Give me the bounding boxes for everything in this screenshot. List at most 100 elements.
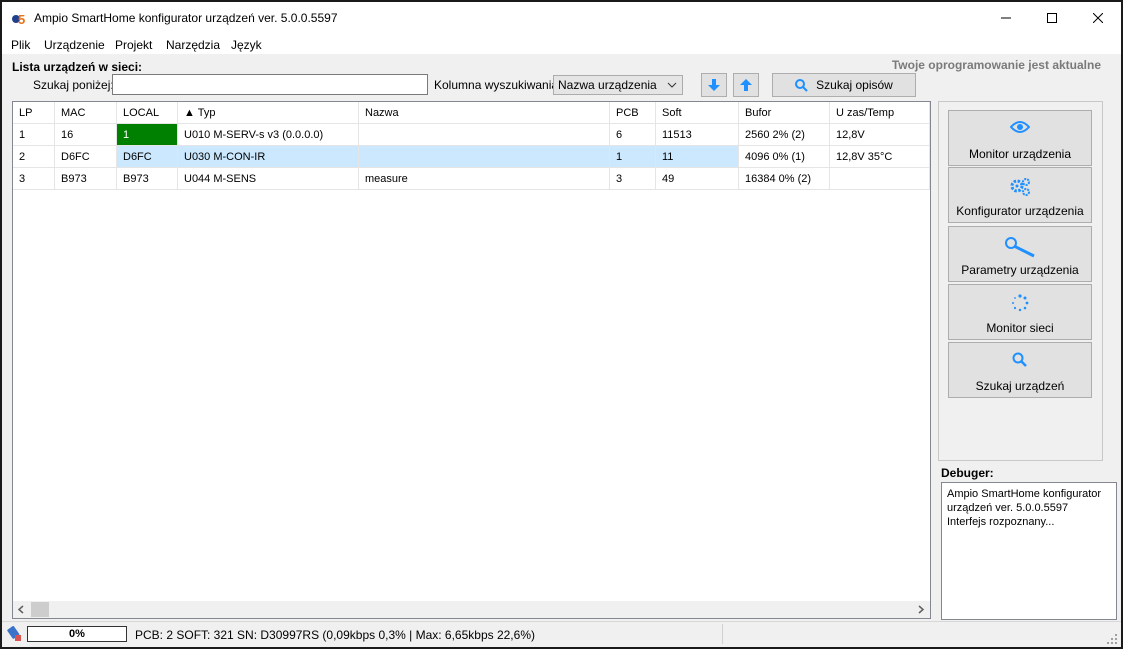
cell-mac: B973 — [55, 168, 117, 190]
column-header-name[interactable]: Nazwa — [359, 102, 610, 124]
network-monitor-label: Monitor sieci — [986, 321, 1054, 335]
column-header-mac[interactable]: MAC — [55, 102, 117, 124]
cell-name — [359, 124, 610, 146]
search-prev-button[interactable] — [733, 73, 759, 97]
arrow-down-icon — [708, 79, 720, 91]
search-next-button[interactable] — [701, 73, 727, 97]
window-title: Ampio SmartHome konfigurator urządzeń ve… — [34, 11, 338, 25]
svg-text:5: 5 — [18, 12, 25, 26]
cell-voltage-temp: 12,8V — [830, 124, 930, 146]
scroll-right-icon[interactable] — [917, 605, 925, 614]
device-configurator-label: Konfigurator urządzenia — [956, 204, 1084, 218]
minimize-button[interactable] — [983, 2, 1029, 34]
cell-pcb: 1 — [610, 146, 656, 168]
arrow-up-icon — [740, 79, 752, 91]
status-bar: 0% PCB: 2 SOFT: 321 SN: D30997RS (0,09kb… — [2, 621, 1121, 647]
cell-local: 1 — [117, 124, 178, 146]
menu-device[interactable]: Urządzenie — [44, 38, 105, 52]
device-table: LP MAC LOCAL ▲ Typ Nazwa PCB Soft Bufor … — [12, 101, 931, 619]
app-logo-icon: 5 — [12, 12, 25, 26]
device-list-label: Lista urządzeń w sieci: — [12, 60, 143, 74]
device-parameters-label: Parametry urządzenia — [961, 263, 1079, 277]
search-icon — [795, 78, 808, 92]
menu-bar: Plik Urządzenie Projekt Narzędzia Język — [2, 34, 1121, 54]
column-header-type[interactable]: ▲ Typ — [178, 102, 359, 124]
search-column-value: Nazwa urządzenia — [558, 78, 657, 92]
column-header-lp[interactable]: LP — [13, 102, 55, 124]
spinner-icon — [1012, 294, 1029, 312]
close-button[interactable] — [1075, 2, 1121, 34]
status-divider — [722, 624, 723, 644]
debugger-output[interactable]: Ampio SmartHome konfigurator urządzeń ve… — [941, 482, 1117, 620]
device-configurator-button[interactable]: Konfigurator urządzenia — [948, 167, 1092, 223]
debugger-label: Debuger: — [941, 466, 994, 480]
horizontal-scrollbar[interactable] — [13, 601, 930, 618]
search-column-label: Kolumna wyszukiwania: — [434, 78, 562, 92]
app-window: 5 Ampio SmartHome konfigurator urządzeń … — [2, 2, 1121, 647]
table-row[interactable]: 3 B973 B973 U044 M-SENS measure 3 49 163… — [13, 168, 930, 190]
scroll-left-icon[interactable] — [17, 605, 25, 614]
minimize-icon — [1001, 17, 1011, 19]
column-header-buffer[interactable]: Bufor — [739, 102, 830, 124]
progress-bar: 0% — [27, 626, 127, 642]
chevron-down-icon — [667, 82, 677, 88]
column-header-soft[interactable]: Soft — [656, 102, 739, 124]
cell-pcb: 6 — [610, 124, 656, 146]
search-devices-label: Szukaj urządzeń — [975, 379, 1065, 393]
actions-panel: Monitor urządzenia Konfigurator urządzen… — [938, 101, 1103, 461]
network-monitor-button[interactable]: Monitor sieci — [948, 284, 1092, 340]
cell-soft: 11 — [656, 146, 739, 168]
cell-buffer: 2560 2% (2) — [739, 124, 830, 146]
cell-mac: 16 — [55, 124, 117, 146]
cell-local: D6FC — [117, 146, 178, 168]
menu-file[interactable]: Plik — [11, 38, 30, 52]
cell-voltage-temp: 12,8V 35°C — [830, 146, 930, 168]
device-parameters-button[interactable]: Parametry urządzenia — [948, 226, 1092, 282]
cell-mac: D6FC — [55, 146, 117, 168]
cell-lp: 2 — [13, 146, 55, 168]
search-descriptions-button[interactable]: Szukaj opisów — [772, 73, 916, 97]
column-header-voltage-temp[interactable]: U zas/Temp — [830, 102, 930, 124]
search-input[interactable] — [112, 74, 428, 95]
update-status: Twoje oprogramowanie jest aktualne — [891, 58, 1101, 72]
gears-icon — [1010, 178, 1030, 196]
search-icon — [1012, 352, 1027, 367]
cell-soft: 49 — [656, 168, 739, 190]
cell-buffer: 4096 0% (1) — [739, 146, 830, 168]
search-column-select[interactable]: Nazwa urządzenia — [553, 75, 683, 95]
cell-lp: 1 — [13, 124, 55, 146]
cell-type: U044 M-SENS — [178, 168, 359, 190]
device-monitor-button[interactable]: Monitor urządzenia — [948, 110, 1092, 166]
close-icon — [1093, 13, 1103, 23]
menu-language[interactable]: Język — [231, 38, 262, 52]
cell-buffer: 16384 0% (2) — [739, 168, 830, 190]
maximize-button[interactable] — [1029, 2, 1075, 34]
cell-type: U010 M-SERV-s v3 (0.0.0.0) — [178, 124, 359, 146]
search-label: Szukaj poniżej: — [33, 78, 114, 92]
table-row[interactable]: 1 16 1 U010 M-SERV-s v3 (0.0.0.0) 6 1151… — [13, 124, 930, 146]
menu-tools[interactable]: Narzędzia — [166, 38, 220, 52]
wrench-icon — [1005, 237, 1035, 258]
eye-icon — [1010, 121, 1030, 133]
cell-name: measure — [359, 168, 610, 190]
usb-connection-icon — [7, 626, 21, 641]
column-header-pcb[interactable]: PCB — [610, 102, 656, 124]
cell-voltage-temp — [830, 168, 930, 190]
search-devices-button[interactable]: Szukaj urządzeń — [948, 342, 1092, 398]
search-descriptions-label: Szukaj opisów — [816, 78, 893, 92]
debugger-line: urządzeń ver. 5.0.0.5597 — [947, 502, 1069, 514]
resize-grip-icon[interactable] — [1107, 634, 1117, 644]
cell-soft: 11513 — [656, 124, 739, 146]
cell-type: U030 M-CON-IR — [178, 146, 359, 168]
cell-name — [359, 146, 610, 168]
title-bar[interactable]: 5 Ampio SmartHome konfigurator urządzeń … — [2, 2, 1121, 34]
cell-pcb: 3 — [610, 168, 656, 190]
connection-info: PCB: 2 SOFT: 321 SN: D30997RS (0,09kbps … — [135, 628, 535, 642]
table-row-selected[interactable]: 2 D6FC D6FC U030 M-CON-IR 1 11 4096 0% (… — [13, 146, 930, 168]
cell-local: B973 — [117, 168, 178, 190]
debugger-line: Ampio SmartHome konfigurator — [947, 488, 1102, 500]
menu-project[interactable]: Projekt — [115, 38, 152, 52]
scrollbar-thumb[interactable] — [31, 602, 49, 617]
debugger-line: Interfejs rozpoznany... — [947, 516, 1055, 528]
column-header-local[interactable]: LOCAL — [117, 102, 178, 124]
